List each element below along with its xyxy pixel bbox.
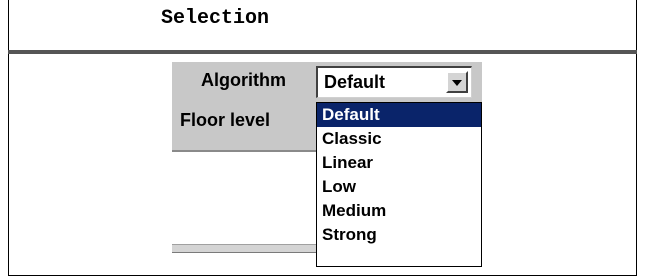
floor-level-label: Floor level: [180, 110, 271, 130]
dropdown-button[interactable]: [446, 71, 468, 93]
dropdown-option-default[interactable]: Default: [317, 103, 481, 127]
header: Selection: [8, 0, 637, 48]
algorithm-select[interactable]: Default: [316, 66, 472, 98]
dropdown-option-strong[interactable]: Strong: [317, 223, 481, 247]
dropdown-option-linear[interactable]: Linear: [317, 151, 481, 175]
chevron-down-icon: [452, 80, 462, 86]
dropdown-option-low[interactable]: Low: [317, 175, 481, 199]
header-divider: [8, 50, 637, 54]
dropdown-option-medium[interactable]: Medium: [317, 199, 481, 223]
algorithm-label: Algorithm: [201, 70, 286, 90]
dropdown-option-classic[interactable]: Classic: [317, 127, 481, 151]
algorithm-select-value: Default: [324, 72, 386, 92]
page-title: Selection: [161, 7, 270, 30]
algorithm-dropdown-list: Default Classic Linear Low Medium Strong: [316, 102, 482, 267]
